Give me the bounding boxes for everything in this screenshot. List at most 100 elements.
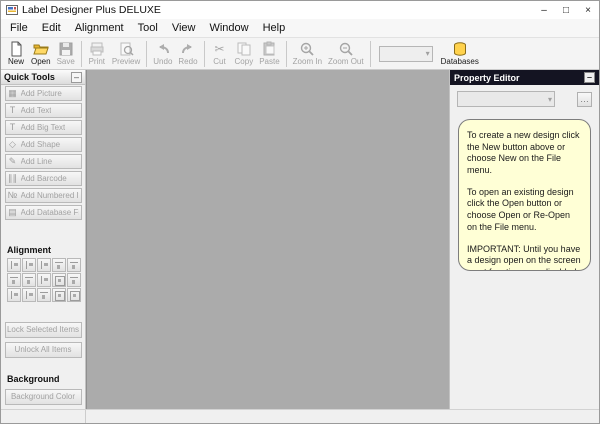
print-preview-icon	[118, 41, 134, 57]
big-text-icon: T	[8, 123, 18, 132]
print-button[interactable]: Print	[85, 39, 109, 69]
cut-button[interactable]: ✂ Cut	[208, 39, 232, 69]
menu-item-window[interactable]: Window	[202, 19, 255, 38]
maximize-button[interactable]: □	[555, 1, 577, 19]
quick-tools-collapse-button[interactable]: –	[71, 72, 82, 83]
property-editor-header: Property Editor –	[450, 70, 599, 85]
add-picture-button[interactable]: ▦ Add Picture	[5, 86, 82, 101]
database-field-icon: ▤	[8, 208, 18, 217]
note-paragraph: IMPORTANT: Until you have a design open …	[467, 244, 582, 272]
zoom-in-icon	[299, 41, 315, 57]
note-paragraph: To create a new design click the New but…	[467, 130, 582, 177]
align-bottom-edges-button[interactable]	[7, 273, 21, 287]
add-numbered-items-button[interactable]: № Add Numbered Items	[5, 188, 82, 203]
picture-icon: ▦	[8, 89, 18, 98]
make-same-position-button[interactable]	[67, 288, 81, 302]
undo-arrow-icon	[155, 41, 171, 57]
copy-button[interactable]: Copy	[232, 39, 257, 69]
center-horizontally-on-label-button[interactable]	[22, 288, 36, 302]
open-button[interactable]: Open	[28, 39, 54, 69]
chevron-down-icon: ▾	[548, 95, 552, 104]
redo-arrow-icon	[180, 41, 196, 57]
toolbar-separator	[370, 41, 371, 67]
quick-tools-panel: Quick Tools – ▦ Add Picture T Add Text T…	[1, 70, 86, 409]
getting-started-note: To create a new design click the New but…	[458, 119, 591, 271]
design-canvas[interactable]	[86, 70, 449, 409]
numbered-items-icon: №	[8, 191, 18, 200]
scissors-icon: ✂	[214, 41, 224, 57]
add-text-button[interactable]: T Add Text	[5, 103, 82, 118]
new-button[interactable]: New	[4, 39, 28, 69]
zoom-level-combo[interactable]: ▾	[379, 46, 433, 62]
make-same-width-button[interactable]	[22, 273, 36, 287]
align-vertical-centers-button[interactable]	[67, 258, 81, 272]
add-database-field-button[interactable]: ▤ Add Database Field	[5, 205, 82, 220]
main-toolbar: New Open Save Print Preview	[1, 38, 599, 70]
printer-icon	[89, 41, 105, 57]
property-object-combo[interactable]: ▾	[457, 91, 555, 107]
add-barcode-button[interactable]: ∥∥ Add Barcode	[5, 171, 82, 186]
make-same-size-button[interactable]	[52, 273, 66, 287]
databases-button[interactable]: Databases	[438, 39, 482, 69]
property-editor-collapse-button[interactable]: –	[584, 72, 595, 83]
menu-item-edit[interactable]: Edit	[35, 19, 68, 38]
add-shape-button[interactable]: ◇ Add Shape	[5, 137, 82, 152]
background-section-title: Background	[7, 374, 85, 384]
chevron-down-icon: ▾	[426, 49, 430, 58]
property-editor-side-button[interactable]: …	[577, 92, 592, 107]
quick-tools-title: Quick Tools	[4, 72, 55, 82]
align-top-edges-button[interactable]	[52, 258, 66, 272]
menu-item-help[interactable]: Help	[256, 19, 293, 38]
menu-item-view[interactable]: View	[165, 19, 203, 38]
status-cell-right	[86, 410, 599, 423]
window-title: Label Designer Plus DELUXE	[22, 4, 161, 16]
note-paragraph: To open an existing design click the Ope…	[467, 187, 582, 234]
undo-button[interactable]: Undo	[150, 39, 175, 69]
main-area: Quick Tools – ▦ Add Picture T Add Text T…	[1, 70, 599, 409]
toolbar-separator	[286, 41, 287, 67]
lock-selected-items-button[interactable]: Lock Selected Items	[5, 322, 82, 338]
add-big-text-button[interactable]: T Add Big Text	[5, 120, 82, 135]
zoom-out-button[interactable]: Zoom Out	[325, 39, 367, 69]
copy-pages-icon	[236, 41, 252, 57]
menu-bar: File Edit Alignment Tool View Window Hel…	[1, 19, 599, 38]
property-editor-combo-row: ▾ …	[457, 91, 592, 107]
quick-tools-header: Quick Tools –	[1, 70, 85, 85]
minimize-button[interactable]: –	[533, 1, 555, 19]
menu-item-file[interactable]: File	[3, 19, 35, 38]
center-vertically-on-label-button[interactable]	[37, 288, 51, 302]
close-button[interactable]: ×	[577, 1, 599, 19]
paste-button[interactable]: Paste	[256, 39, 282, 69]
background-color-button[interactable]: Background Color	[5, 389, 82, 405]
status-bar	[1, 409, 599, 423]
save-floppy-icon	[58, 41, 74, 57]
align-right-edges-button[interactable]	[37, 258, 51, 272]
align-to-grid-button[interactable]	[52, 288, 66, 302]
toolbar-separator	[146, 41, 147, 67]
clipboard-paste-icon	[261, 41, 277, 57]
space-evenly-vertically-button[interactable]	[7, 288, 21, 302]
alignment-grid	[7, 258, 85, 302]
preview-button[interactable]: Preview	[109, 39, 143, 69]
open-folder-icon	[33, 41, 49, 57]
add-line-button[interactable]: ✎ Add Line	[5, 154, 82, 169]
pencil-line-icon: ✎	[8, 157, 18, 166]
menu-item-tool[interactable]: Tool	[131, 19, 165, 38]
status-cell-left	[1, 410, 86, 423]
zoom-out-icon	[338, 41, 354, 57]
make-same-height-button[interactable]	[37, 273, 51, 287]
new-document-icon	[8, 41, 24, 57]
save-button[interactable]: Save	[54, 39, 78, 69]
text-icon: T	[8, 106, 18, 115]
space-evenly-horizontally-button[interactable]	[67, 273, 81, 287]
unlock-all-items-button[interactable]: Unlock All Items	[5, 342, 82, 358]
toolbar-separator	[204, 41, 205, 67]
app-icon	[6, 4, 18, 16]
app-window: Label Designer Plus DELUXE – □ × File Ed…	[0, 0, 600, 424]
align-horizontal-centers-button[interactable]	[22, 258, 36, 272]
zoom-in-button[interactable]: Zoom In	[290, 39, 325, 69]
align-left-edges-button[interactable]	[7, 258, 21, 272]
redo-button[interactable]: Redo	[175, 39, 200, 69]
menu-item-alignment[interactable]: Alignment	[68, 19, 131, 38]
database-icon	[452, 41, 468, 57]
